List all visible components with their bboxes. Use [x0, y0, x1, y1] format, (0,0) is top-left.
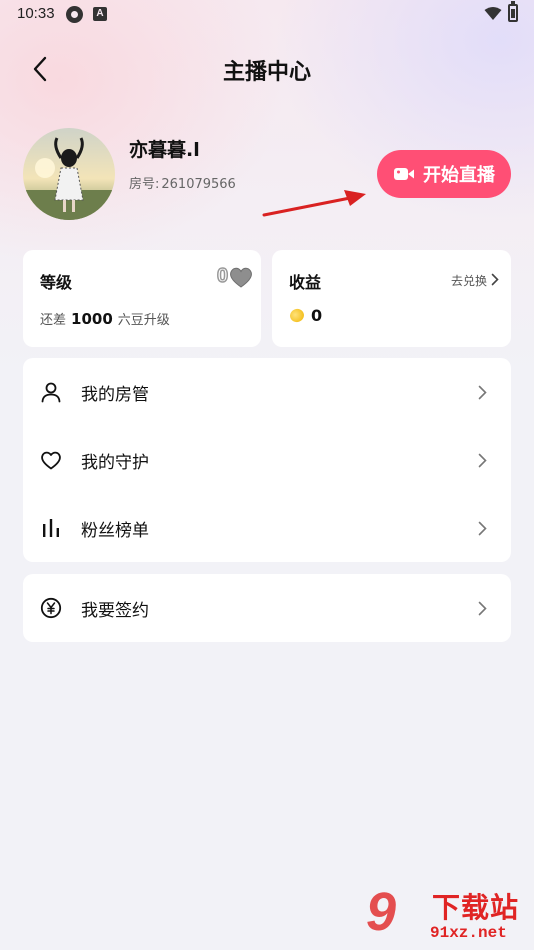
room-label: 房号:	[129, 177, 160, 192]
heart-outline-icon	[40, 449, 62, 471]
menu-item-guardian[interactable]: 我的守护	[23, 426, 511, 494]
menu-item-label: 我的守护	[81, 452, 149, 473]
watermark-url: 91xz.net	[430, 924, 507, 942]
a-letter-icon: A	[93, 7, 107, 21]
battery-icon	[508, 1, 518, 22]
chevron-right-icon	[478, 521, 487, 535]
chevron-right-icon	[478, 601, 487, 615]
menu-item-sign-contract[interactable]: 我要签约	[23, 574, 511, 642]
coin-icon	[288, 306, 306, 325]
menu-item-label: 我的房管	[81, 384, 149, 405]
level-desc-suffix: 六豆升级	[117, 313, 170, 328]
wifi-icon	[484, 7, 502, 20]
menu-item-label: 我要签约	[81, 600, 149, 621]
status-bar: 10:33 A	[0, 0, 534, 30]
level-desc-prefix: 还差	[40, 313, 67, 328]
room-number: 房号: 261079566	[129, 173, 236, 192]
watermark-logo: 9	[366, 882, 397, 942]
exchange-link[interactable]: 去兑换	[451, 272, 487, 289]
level-value: 0	[216, 264, 229, 288]
income-value: 0	[311, 306, 323, 325]
annotation-arrow	[262, 190, 366, 217]
level-badge: 0	[216, 264, 253, 288]
start-live-button[interactable]: 开始直播	[377, 150, 511, 198]
page-title: 主播中心	[222, 60, 311, 85]
income-value-row: 0	[288, 306, 323, 325]
level-progress-text: 还差 1000 六豆升级	[40, 309, 170, 328]
yen-circle-icon	[40, 597, 62, 619]
menu-item-label: 粉丝榜单	[81, 520, 149, 541]
heart-badge-icon	[230, 267, 253, 288]
sync-icon	[66, 6, 83, 23]
income-card[interactable]: 收益 去兑换 0	[272, 250, 511, 347]
level-desc-amount: 1000	[71, 310, 113, 328]
income-title: 收益	[289, 273, 322, 292]
chevron-right-icon	[491, 273, 499, 286]
menu-item-room-manager[interactable]: 我的房管	[23, 358, 511, 426]
level-title: 等级	[40, 273, 73, 292]
avatar[interactable]	[23, 128, 115, 220]
person-icon	[40, 381, 62, 403]
room-value: 261079566	[161, 177, 236, 192]
sign-card: 我要签约	[23, 574, 511, 642]
watermark: 9 下载站 91xz.net	[366, 880, 534, 950]
menu-card: 我的房管 我的守护 粉丝榜单	[23, 358, 511, 562]
status-time: 10:33	[17, 5, 55, 22]
start-live-label: 开始直播	[423, 165, 495, 186]
chevron-right-icon	[478, 453, 487, 467]
watermark-title: 下载站	[432, 891, 520, 924]
bar-chart-icon	[40, 517, 62, 539]
level-card: 等级 0 还差 1000 六豆升级	[23, 250, 261, 347]
video-camera-icon	[394, 168, 414, 180]
menu-item-fan-ranking[interactable]: 粉丝榜单	[23, 494, 511, 562]
username: 亦暮暮.l	[129, 139, 200, 161]
chevron-right-icon	[478, 385, 487, 399]
